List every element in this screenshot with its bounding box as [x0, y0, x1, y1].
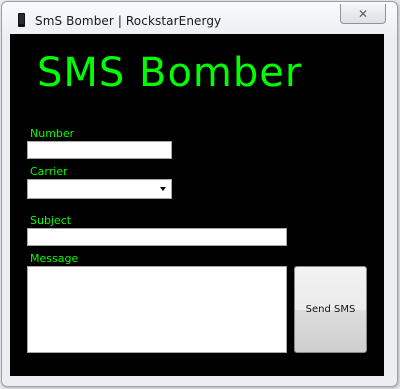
- close-icon: ✕: [357, 6, 369, 21]
- send-sms-button[interactable]: Send SMS: [294, 266, 367, 353]
- message-textarea[interactable]: [27, 266, 287, 353]
- number-input[interactable]: [27, 141, 172, 159]
- window-title: SmS Bomber | RockstarEnergy: [35, 14, 222, 28]
- carrier-dropdown[interactable]: [27, 179, 172, 199]
- page-title: SMS Bomber: [37, 50, 303, 96]
- close-button[interactable]: ✕: [340, 4, 386, 24]
- carrier-label: Carrier: [30, 165, 68, 178]
- send-sms-label: Send SMS: [305, 304, 356, 315]
- number-label: Number: [30, 127, 75, 140]
- title-bar[interactable]: SmS Bomber | RockstarEnergy ✕: [2, 2, 395, 32]
- subject-input[interactable]: [27, 228, 287, 246]
- message-label: Message: [30, 252, 79, 265]
- form-body: SMS Bomber Number Carrier Subject Messag…: [10, 34, 384, 376]
- app-icon[interactable]: [18, 13, 25, 27]
- subject-label: Subject: [30, 214, 72, 227]
- app-window: SmS Bomber | RockstarEnergy ✕ SMS Bomber…: [0, 0, 400, 389]
- chevron-down-icon: [160, 187, 166, 191]
